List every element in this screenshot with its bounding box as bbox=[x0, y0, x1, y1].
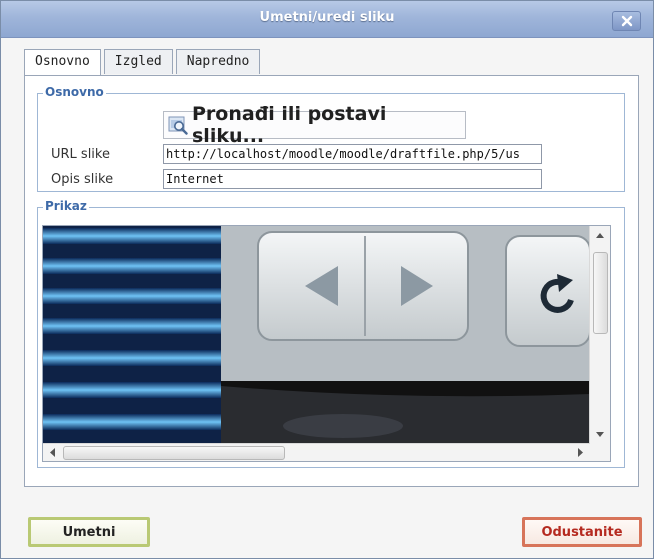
image-search-icon bbox=[168, 116, 188, 135]
tab-osnovno[interactable]: Osnovno bbox=[24, 49, 101, 76]
scroll-up-icon bbox=[596, 233, 604, 238]
horizontal-scrollbar[interactable] bbox=[43, 443, 590, 461]
scroll-down-icon bbox=[596, 432, 604, 437]
scroll-right-icon bbox=[578, 448, 583, 457]
url-label: URL slike bbox=[51, 147, 110, 162]
vertical-scroll-thumb[interactable] bbox=[593, 252, 608, 334]
tab-panel: Osnovno Pronađi ili postavi sliku... URL… bbox=[24, 75, 639, 487]
basic-legend: Osnovno bbox=[43, 85, 106, 99]
preview-area[interactable] bbox=[42, 225, 611, 462]
close-icon bbox=[621, 15, 632, 27]
vertical-scrollbar[interactable] bbox=[589, 226, 610, 444]
dialog-title: Umetni/uredi sliku bbox=[259, 10, 395, 25]
description-input[interactable]: Internet bbox=[163, 169, 542, 189]
image-dialog: Umetni/uredi sliku Osnovno Izgled Napred… bbox=[0, 0, 654, 559]
scroll-left-icon bbox=[50, 448, 55, 457]
preview-fieldset: Prikaz bbox=[37, 199, 625, 468]
insert-button[interactable]: Umetni bbox=[28, 517, 150, 547]
scroll-corner bbox=[590, 444, 610, 461]
close-button[interactable] bbox=[612, 11, 641, 31]
find-image-label: Pronađi ili postavi sliku... bbox=[192, 103, 387, 147]
url-input[interactable]: http://localhost/moodle/moodle/draftfile… bbox=[163, 144, 542, 164]
preview-legend: Prikaz bbox=[43, 199, 89, 213]
tab-napredno[interactable]: Napredno bbox=[175, 49, 261, 74]
description-label: Opis slike bbox=[51, 172, 114, 187]
preview-image bbox=[43, 226, 590, 444]
dialog-titlebar[interactable]: Umetni/uredi sliku bbox=[1, 1, 653, 38]
tab-bar: Osnovno Izgled Napredno bbox=[24, 49, 263, 76]
basic-fieldset: Osnovno Pronađi ili postavi sliku... URL… bbox=[37, 85, 625, 192]
tab-izgled[interactable]: Izgled bbox=[103, 49, 173, 74]
find-image-button[interactable]: Pronađi ili postavi sliku... bbox=[163, 103, 466, 147]
horizontal-scroll-thumb[interactable] bbox=[63, 446, 285, 460]
cancel-button[interactable]: Odustanite bbox=[522, 517, 642, 547]
